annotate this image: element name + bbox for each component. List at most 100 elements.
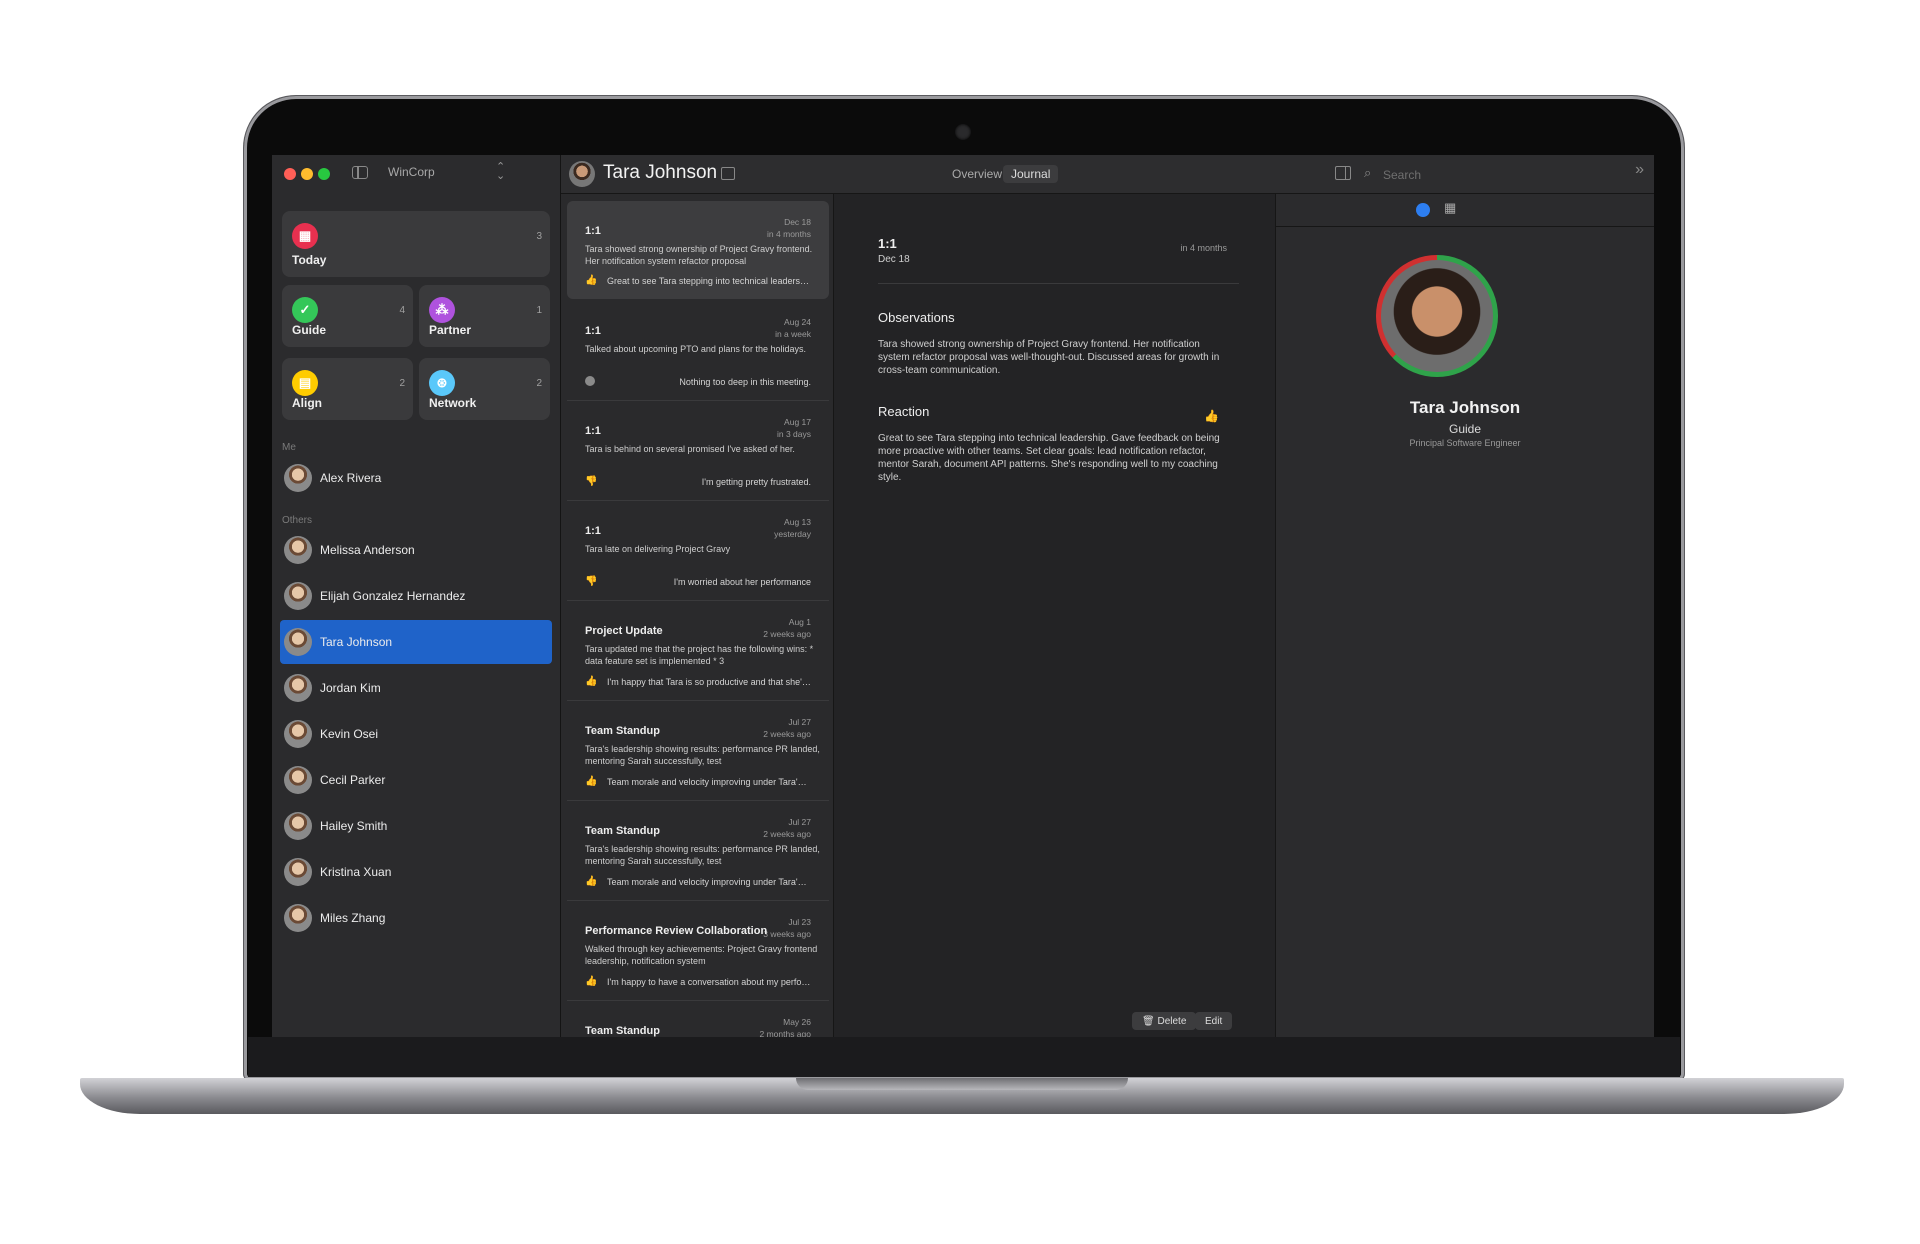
- entry-reaction-text: Team morale and velocity improving under…: [607, 877, 811, 887]
- sidebar-person[interactable]: Kristina Xuan: [280, 850, 552, 894]
- delete-button[interactable]: 🗑 Delete: [1132, 1012, 1197, 1030]
- search-input[interactable]: [1381, 165, 1545, 185]
- person-name: Tara Johnson: [320, 635, 393, 649]
- entry-relative-date: 2 weeks ago: [763, 829, 811, 839]
- tab-journal[interactable]: Journal: [1003, 165, 1059, 183]
- entry-title: 1:1: [585, 225, 601, 237]
- entry-date: Dec 18: [784, 217, 811, 227]
- avatar: [284, 628, 312, 656]
- chevron-updown-icon[interactable]: ⌃ ⌄: [496, 162, 505, 182]
- sidebar-person[interactable]: Hailey Smith: [280, 804, 552, 848]
- profile-photo: [1381, 260, 1493, 372]
- entry-relative-date: 2 weeks ago: [763, 629, 811, 639]
- compass-icon: ✓: [292, 297, 318, 323]
- person-name: Elijah Gonzalez Hernandez: [320, 589, 466, 603]
- sidebar-person[interactable]: Tara Johnson: [280, 620, 552, 664]
- profile-name: Tara Johnson: [1409, 398, 1521, 417]
- entry-title: Team Standup: [585, 725, 660, 737]
- entry-reaction-text: Nothing too deep in this meeting.: [679, 377, 811, 387]
- entry-text: Tara's leadership showing results: perfo…: [585, 744, 820, 766]
- sidebar-person[interactable]: Elijah Gonzalez Hernandez: [280, 574, 552, 618]
- entry-title: 1:1: [585, 425, 601, 437]
- entry-title: 1:1: [585, 525, 601, 537]
- tile-guide[interactable]: ✓ Guide 4: [282, 285, 413, 347]
- profile-job-title: Principal Software Engineer: [1409, 438, 1521, 448]
- entry-date: Jul 27: [788, 717, 811, 727]
- tile-align[interactable]: ▤ Align 2: [282, 358, 413, 420]
- sidebar-person[interactable]: Melissa Anderson: [280, 528, 552, 572]
- entry-reaction-text: I'm happy that Tara is so productive and…: [607, 677, 811, 687]
- sidebar-person[interactable]: Kevin Osei: [280, 712, 552, 756]
- close-window-button[interactable]: [284, 168, 296, 180]
- grid-icon[interactable]: ▦: [1444, 200, 1456, 216]
- thumbs-up-icon: 👍: [585, 676, 598, 687]
- clipboard-icon: ▤: [292, 370, 318, 396]
- entry-text: Tara is behind on several promised I've …: [585, 444, 795, 454]
- tile-label: Align: [292, 396, 322, 410]
- chevron-double-right-icon[interactable]: »: [1635, 161, 1644, 179]
- calendar-icon[interactable]: [721, 167, 735, 180]
- person-view-icon[interactable]: [1416, 203, 1430, 217]
- reaction-heading: Reaction: [878, 404, 930, 419]
- divider: [878, 283, 1239, 284]
- journal-entry[interactable]: Jul 27 2 weeks ago Team Standup Tara's lead…: [567, 801, 829, 901]
- entry-text: Tara late on delivering Project Gravy: [585, 544, 731, 554]
- journal-entry[interactable]: Jul 23 3 weeks ago Performance Review Coll…: [567, 901, 829, 1001]
- entry-reaction: 👍 Team morale and velocity improving unde…: [585, 776, 811, 788]
- tile-network[interactable]: ⊛ Network 2: [419, 358, 550, 420]
- sidebar-person[interactable]: Cecil Parker: [280, 758, 552, 802]
- person-name: Jordan Kim: [320, 681, 381, 695]
- search-icon: ⌕: [1364, 165, 1372, 180]
- tile-count: 1: [536, 305, 542, 316]
- entry-date: May 26: [783, 1017, 811, 1027]
- journal-entry[interactable]: Aug 17 in 3 days 1:1 Tara is behind on seve…: [567, 401, 829, 501]
- tile-label: Guide: [292, 323, 327, 337]
- edit-button[interactable]: Edit: [1195, 1012, 1233, 1030]
- avatar: [284, 904, 312, 932]
- entry-reaction: Nothing too deep in this meeting.: [585, 376, 811, 388]
- person-name: Melissa Anderson: [320, 543, 415, 557]
- entry-date: Aug 13: [784, 517, 811, 527]
- entry-date: Jul 27: [788, 817, 811, 827]
- journal-entry[interactable]: Aug 24 in a week 1:1 Talked about upcoming …: [567, 301, 829, 401]
- journal-entry-list: Dec 18 in 4 months 1:1 Tara showed strong o…: [561, 194, 834, 1037]
- tile-label: Network: [429, 396, 477, 410]
- journal-entry[interactable]: Aug 1 2 weeks ago Project Update Tara updat…: [567, 601, 829, 701]
- entry-relative-date: yesterday: [774, 529, 811, 539]
- journal-entry[interactable]: Jul 27 2 weeks ago Team Standup Tara's lead…: [567, 701, 829, 801]
- avatar: [284, 536, 312, 564]
- tab-overview[interactable]: Overview: [944, 165, 1010, 183]
- laptop-chin: [248, 1037, 1680, 1077]
- journal-entry[interactable]: Dec 18 in 4 months 1:1 Tara showed strong o…: [567, 201, 829, 299]
- avatar: [284, 582, 312, 610]
- journal-entry[interactable]: May 262 months agoTeam StandupTara's lea…: [567, 1001, 829, 1037]
- laptop-notch: [796, 1078, 1128, 1090]
- person-name: Kristina Xuan: [320, 865, 392, 879]
- thumbs-up-icon: 👍: [585, 876, 598, 887]
- entry-text: Tara's leadership showing results: perfo…: [585, 844, 820, 866]
- people-icon: ⁂: [429, 297, 455, 323]
- sidebar-toggle-icon[interactable]: [352, 166, 368, 179]
- tile-today[interactable]: ▦ Today 3: [282, 211, 550, 277]
- thumbs-up-icon: 👍: [585, 976, 598, 987]
- entry-date: Jul 23: [788, 917, 811, 927]
- section-label-others: Others: [282, 515, 313, 526]
- workspace-name[interactable]: WinCorp: [388, 165, 435, 179]
- sidebar-person[interactable]: Miles Zhang: [280, 896, 552, 940]
- person-name: Hailey Smith: [320, 819, 388, 833]
- calendar-icon: ▦: [292, 223, 318, 249]
- minimize-window-button[interactable]: [301, 168, 313, 180]
- entry-date: Aug 24: [784, 317, 811, 327]
- page-title: Tara Johnson: [603, 162, 718, 183]
- journal-entry[interactable]: Aug 13 yesterday 1:1 Tara late on deliverin…: [567, 501, 829, 601]
- inspector-toggle-icon[interactable]: [1335, 166, 1351, 180]
- zoom-window-button[interactable]: [318, 168, 330, 180]
- entry-text: Tara updated me that the project has the…: [585, 644, 814, 666]
- sidebar-person[interactable]: Alex Rivera: [280, 456, 552, 500]
- tile-partner[interactable]: ⁂ Partner 1: [419, 285, 550, 347]
- entry-detail: 1:1 Dec 18 in 4 months Observations Tara…: [834, 194, 1276, 1037]
- avatar: [284, 766, 312, 794]
- sidebar-person[interactable]: Jordan Kim: [280, 666, 552, 710]
- trash-icon: 🗑: [1142, 1015, 1155, 1027]
- entry-date: Aug 1: [788, 617, 811, 627]
